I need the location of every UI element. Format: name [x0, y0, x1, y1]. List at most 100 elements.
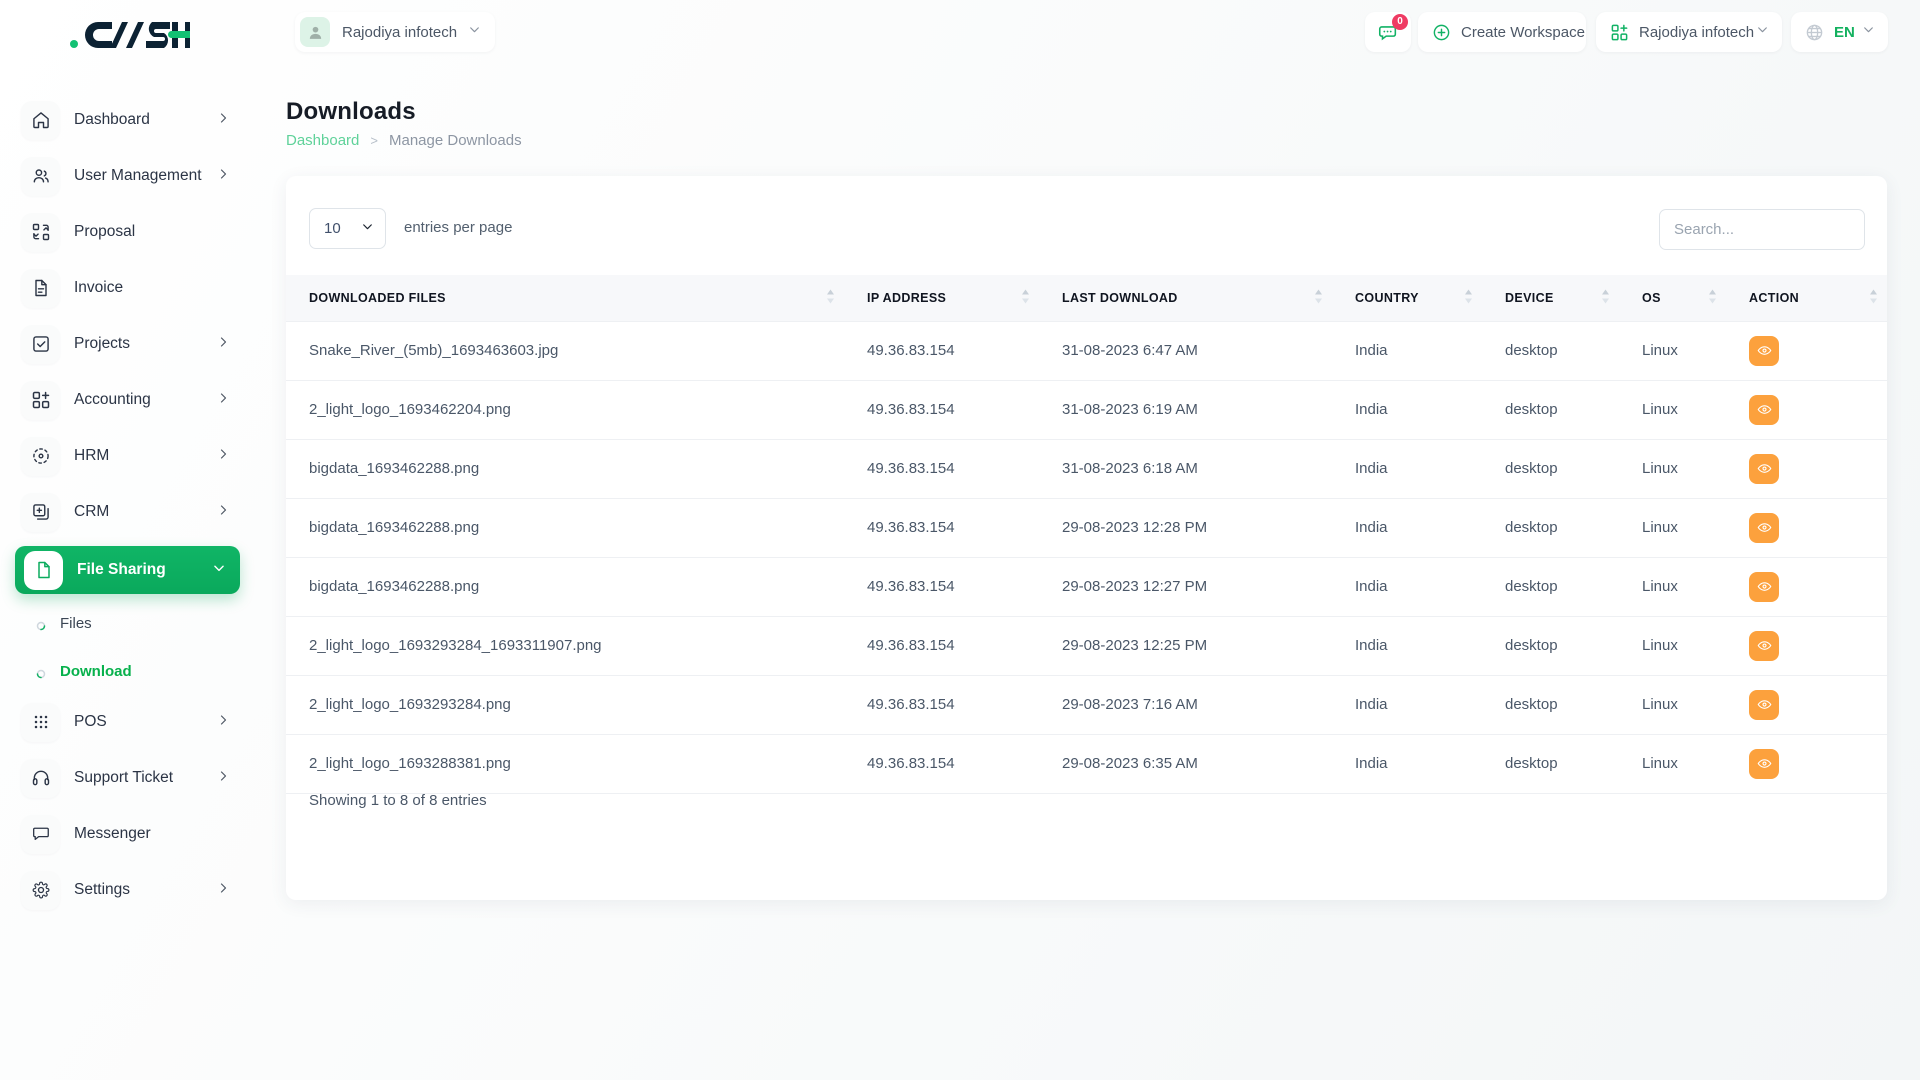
- globe-icon: [1805, 23, 1824, 42]
- breadcrumb-separator-icon: >: [370, 133, 378, 148]
- cell-device: desktop: [1482, 675, 1619, 734]
- sidebar-subitem-download[interactable]: Download: [0, 651, 255, 691]
- sidebar-item-accounting[interactable]: Accounting: [12, 378, 243, 422]
- cell-last-download: 29-08-2023 12:27 PM: [1039, 557, 1332, 616]
- table-row: bigdata_1693462288.png 49.36.83.154 29-0…: [286, 557, 1887, 616]
- eye-icon: [1757, 343, 1772, 358]
- view-download-button[interactable]: [1749, 690, 1779, 720]
- sort-icon[interactable]: [1314, 287, 1323, 308]
- invoice-icon: [21, 269, 60, 308]
- view-download-button[interactable]: [1749, 749, 1779, 779]
- sidebar-item-dashboard[interactable]: Dashboard: [12, 98, 243, 142]
- sidebar-item-crm[interactable]: CRM: [12, 490, 243, 534]
- proposal-icon: [21, 213, 60, 252]
- sidebar-item-invoice[interactable]: Invoice: [12, 266, 243, 310]
- column-ip-address[interactable]: IP ADDRESS: [844, 275, 1039, 321]
- dots-grid-icon: [21, 703, 60, 742]
- entries-per-page-select[interactable]: 10: [309, 208, 386, 249]
- user-workspace-tile[interactable]: Rajodiya infotech: [295, 12, 495, 52]
- cell-action: [1726, 675, 1887, 734]
- cell-device: desktop: [1482, 380, 1619, 439]
- chevron-right-icon: [217, 391, 229, 409]
- column-downloaded-files[interactable]: DOWNLOADED FILES: [286, 275, 844, 321]
- user-avatar-icon: [300, 17, 330, 47]
- sidebar-subitem-files[interactable]: Files: [0, 603, 255, 643]
- table-row: 2_light_logo_1693288381.png 49.36.83.154…: [286, 734, 1887, 793]
- breadcrumb-dashboard-link[interactable]: Dashboard: [286, 132, 359, 149]
- eye-icon: [1757, 579, 1772, 594]
- chat-notifications-button[interactable]: 0: [1365, 12, 1411, 52]
- view-download-button[interactable]: [1749, 631, 1779, 661]
- grid-plus-icon: [1610, 23, 1629, 42]
- table-toolbar: 10 entries per page: [286, 176, 1887, 275]
- cell-last-download: 29-08-2023 12:25 PM: [1039, 616, 1332, 675]
- table-row: bigdata_1693462288.png 49.36.83.154 29-0…: [286, 498, 1887, 557]
- cell-country: India: [1332, 675, 1482, 734]
- view-download-button[interactable]: [1749, 336, 1779, 366]
- chat-unread-badge: 0: [1392, 14, 1408, 30]
- downloads-panel: 10 entries per page DOWNLOADED FILES: [286, 176, 1887, 900]
- chevron-right-icon: [217, 881, 229, 899]
- sort-icon[interactable]: [826, 287, 835, 308]
- chevron-right-icon: [217, 503, 229, 521]
- cell-device: desktop: [1482, 439, 1619, 498]
- app-logo[interactable]: [66, 18, 190, 57]
- view-download-button[interactable]: [1749, 454, 1779, 484]
- column-device[interactable]: DEVICE: [1482, 275, 1619, 321]
- cell-last-download: 29-08-2023 6:35 AM: [1039, 734, 1332, 793]
- view-download-button[interactable]: [1749, 572, 1779, 602]
- sidebar-item-projects[interactable]: Projects: [12, 322, 243, 366]
- user-name-label: Rajodiya infotech: [342, 24, 457, 41]
- sort-icon[interactable]: [1869, 287, 1878, 308]
- cell-last-download: 31-08-2023 6:18 AM: [1039, 439, 1332, 498]
- sort-icon[interactable]: [1601, 287, 1610, 308]
- breadcrumb-current: Manage Downloads: [389, 132, 522, 149]
- search-input[interactable]: [1659, 209, 1865, 250]
- plus-circle-icon: [1432, 23, 1451, 42]
- column-label: LAST DOWNLOAD: [1062, 291, 1178, 305]
- cell-os: Linux: [1619, 380, 1726, 439]
- sidebar-label: Accounting: [74, 391, 151, 409]
- workspace-switcher[interactable]: Rajodiya infotech: [1596, 12, 1782, 52]
- cell-file: bigdata_1693462288.png: [286, 439, 844, 498]
- check-square-icon: [21, 325, 60, 364]
- cell-ip: 49.36.83.154: [844, 380, 1039, 439]
- view-download-button[interactable]: [1749, 513, 1779, 543]
- sort-icon[interactable]: [1708, 287, 1717, 308]
- chevron-down-icon: [361, 220, 374, 238]
- cell-country: India: [1332, 380, 1482, 439]
- cell-ip: 49.36.83.154: [844, 498, 1039, 557]
- column-os[interactable]: OS: [1619, 275, 1726, 321]
- cell-os: Linux: [1619, 675, 1726, 734]
- cell-last-download: 31-08-2023 6:47 AM: [1039, 321, 1332, 380]
- column-action[interactable]: ACTION: [1726, 275, 1887, 321]
- sort-icon[interactable]: [1464, 287, 1473, 308]
- column-last-download[interactable]: LAST DOWNLOAD: [1039, 275, 1332, 321]
- cell-ip: 49.36.83.154: [844, 557, 1039, 616]
- cell-action: [1726, 439, 1887, 498]
- cell-device: desktop: [1482, 734, 1619, 793]
- cell-ip: 49.36.83.154: [844, 321, 1039, 380]
- cell-file: 2_light_logo_1693293284_1693311907.png: [286, 616, 844, 675]
- bullet-icon: [36, 666, 46, 676]
- sidebar-item-hrm[interactable]: HRM: [12, 434, 243, 478]
- column-label: OS: [1642, 291, 1661, 305]
- sidebar-label: HRM: [74, 447, 109, 465]
- create-workspace-button[interactable]: Create Workspace: [1418, 12, 1586, 52]
- grid-plus-icon: [21, 381, 60, 420]
- sort-icon[interactable]: [1021, 287, 1030, 308]
- sidebar-item-settings[interactable]: Settings: [12, 868, 243, 912]
- column-label: ACTION: [1749, 291, 1799, 305]
- cell-country: India: [1332, 321, 1482, 380]
- sidebar-item-file-sharing[interactable]: File Sharing: [15, 546, 240, 594]
- column-country[interactable]: COUNTRY: [1332, 275, 1482, 321]
- sidebar-item-user-management[interactable]: User Management: [12, 154, 243, 198]
- downloads-table: DOWNLOADED FILES IP ADDRESS LAST DOWNLOA…: [286, 275, 1887, 794]
- sidebar-item-proposal[interactable]: Proposal: [12, 210, 243, 254]
- view-download-button[interactable]: [1749, 395, 1779, 425]
- sidebar-item-messenger[interactable]: Messenger: [12, 812, 243, 856]
- sidebar-item-support-ticket[interactable]: Support Ticket: [12, 756, 243, 800]
- sidebar-item-pos[interactable]: POS: [12, 700, 243, 744]
- cell-country: India: [1332, 616, 1482, 675]
- language-switcher[interactable]: EN: [1791, 12, 1888, 52]
